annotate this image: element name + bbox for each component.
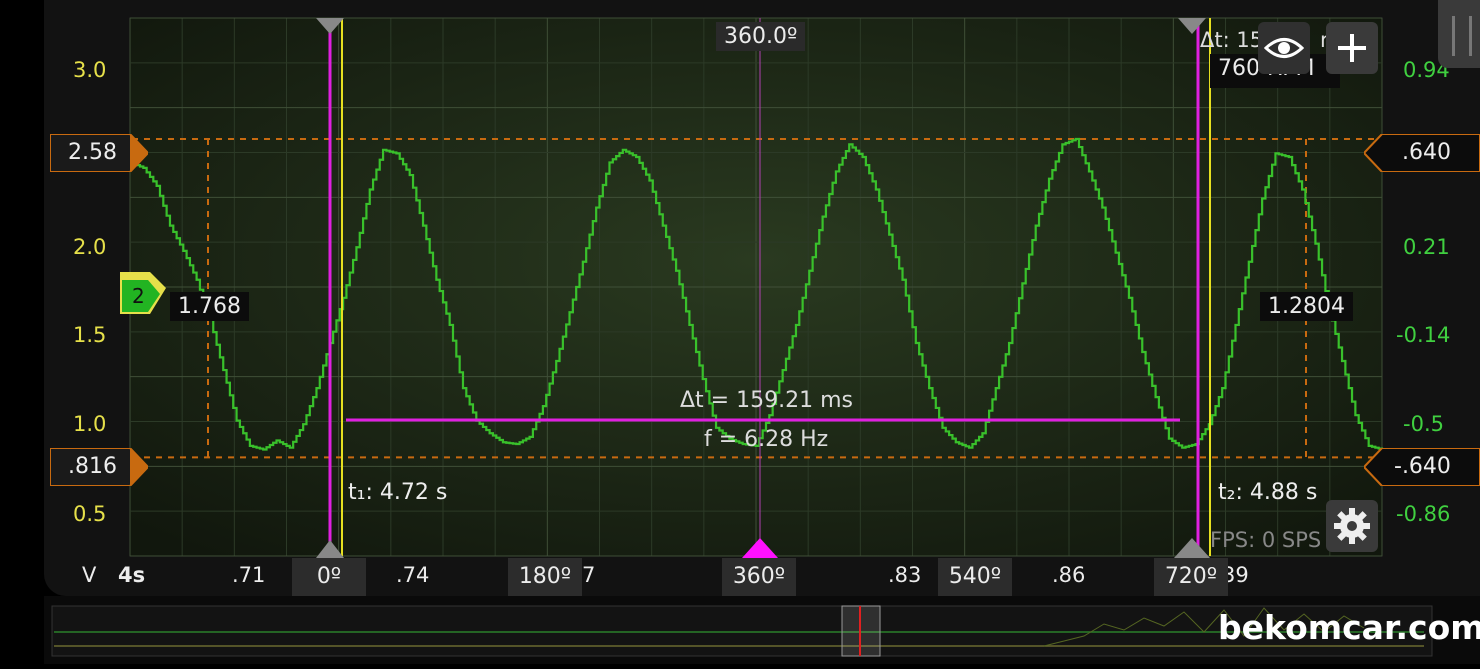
- trigger-channel-label: 2: [132, 284, 145, 308]
- cursor-readout-right: 1.2804: [1260, 292, 1353, 321]
- angle-marker-180[interactable]: 180º: [508, 558, 582, 596]
- delta-t-label: Δt = 159.21 ms: [680, 388, 853, 413]
- scroll-handle-grip: [1452, 16, 1472, 56]
- cursor-readout-left: 1.768: [170, 292, 249, 321]
- y-tick-1-0: 1.0: [73, 412, 107, 436]
- t1-label: t₁: 4.72 s: [348, 480, 448, 505]
- angle-marker-360[interactable]: 360º: [722, 558, 796, 596]
- level-lo-right-tag[interactable]: -.640: [1362, 447, 1480, 487]
- gear-icon: [1334, 508, 1370, 544]
- level-hi-right-label: .640: [1402, 140, 1451, 165]
- level-hi-left-tag[interactable]: 2.58: [49, 133, 150, 173]
- level-hi-right-tag[interactable]: .640: [1362, 133, 1480, 173]
- y-right-tick-2: -0.14: [1396, 323, 1451, 347]
- frequency-label: f = 6.28 Hz: [704, 427, 829, 452]
- x-tick-2: 7: [582, 563, 596, 587]
- scroll-handle[interactable]: [1438, 0, 1480, 68]
- center-angle-readout: 360.0º: [716, 22, 806, 51]
- watermark: bekomcar.com: [1218, 608, 1480, 647]
- x-tick-0: .71: [232, 563, 266, 587]
- add-channel-button[interactable]: [1326, 22, 1378, 74]
- level-lo-right-label: -.640: [1394, 454, 1451, 479]
- visibility-eye-button[interactable]: [1258, 22, 1310, 74]
- level-lo-left-tag[interactable]: .816: [49, 447, 150, 487]
- y-right-tick-3: -0.5: [1403, 412, 1444, 436]
- angle-marker-0[interactable]: 0º: [292, 558, 366, 596]
- angle-marker-540[interactable]: 540º: [938, 558, 1012, 596]
- x-tick-1: .74: [396, 563, 430, 587]
- y-tick-3-0: 3.0: [73, 58, 107, 82]
- trigger-channel-marker[interactable]: 2: [120, 268, 170, 314]
- y-tick-2-0: 2.0: [73, 235, 107, 259]
- y-tick-0-5: 0.5: [73, 502, 107, 526]
- y-axis-unit-label: V: [82, 563, 97, 587]
- y-right-tick-4: -0.86: [1396, 502, 1451, 526]
- level-lo-left-label: .816: [68, 454, 117, 479]
- x-tick-4: .86: [1052, 563, 1086, 587]
- t2-label: t₂: 4.88 s: [1218, 480, 1318, 505]
- x-axis-base-label: 4s: [118, 563, 146, 587]
- fps-status: FPS: 0 SPS: [1210, 528, 1322, 552]
- y-right-tick-1: 0.21: [1403, 235, 1450, 259]
- eye-icon: [1264, 38, 1304, 58]
- angle-marker-720[interactable]: 720º: [1154, 558, 1228, 596]
- y-tick-1-5: 1.5: [73, 323, 107, 347]
- plus-icon: [1338, 34, 1366, 62]
- top-right-dt-label: Δt: 15: [1200, 28, 1264, 52]
- level-hi-left-label: 2.58: [68, 140, 117, 165]
- settings-button[interactable]: [1326, 500, 1378, 552]
- x-tick-3: .83: [888, 563, 922, 587]
